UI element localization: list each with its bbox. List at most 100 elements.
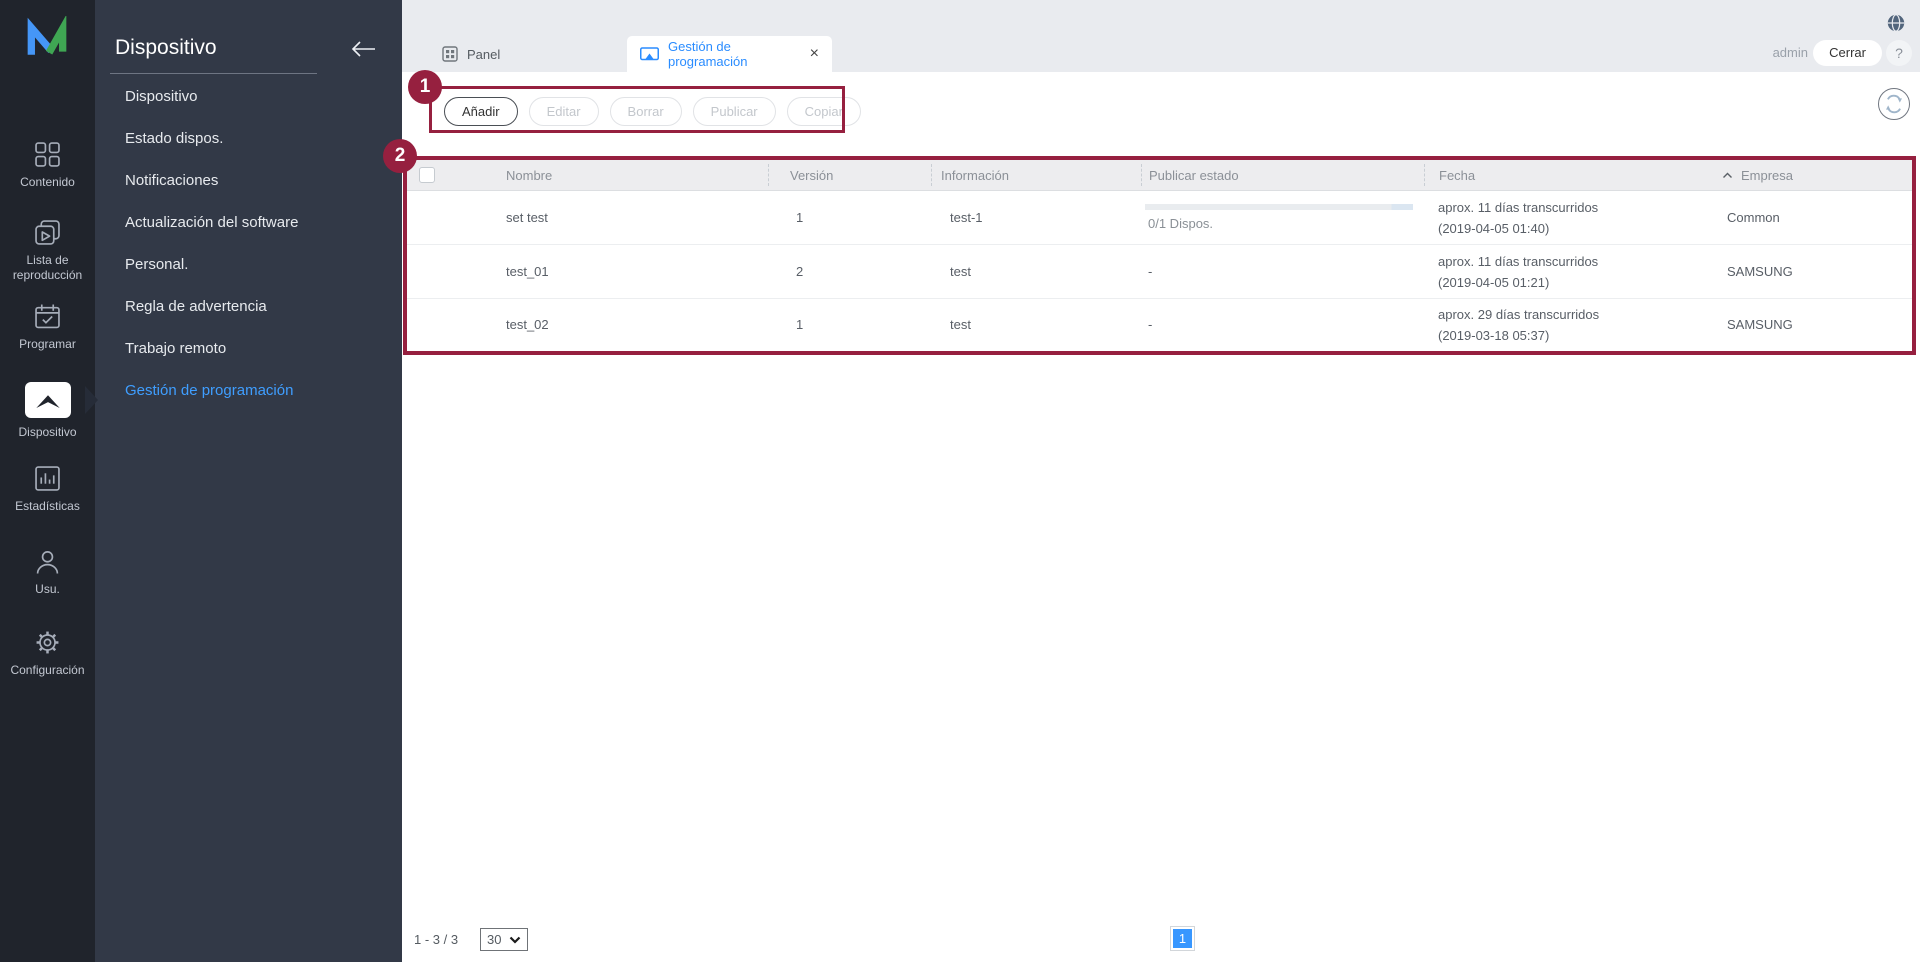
close-tab-icon[interactable]: × (810, 46, 819, 62)
fecha-relative: aprox. 11 días transcurridos (1438, 251, 1706, 272)
schedule-table: Nombre Versión Información Publicar esta… (407, 160, 1912, 350)
table-header-row: Nombre Versión Información Publicar esta… (407, 160, 1912, 191)
schedule-toolbar: Añadir Editar Borrar Publicar Copiar (444, 97, 861, 126)
rail-item-lista-de-reproduccion[interactable]: Lista de reproducción (0, 218, 95, 283)
cell-version: 1 (768, 317, 931, 332)
publish-status-text: 0/1 Dispos. (1148, 216, 1424, 231)
column-header-fecha[interactable]: Fecha (1424, 164, 1706, 186)
language-globe-icon[interactable] (1887, 14, 1905, 37)
add-button[interactable]: Añadir (444, 97, 518, 126)
cell-nombre: test_02 (452, 317, 768, 332)
cell-informacion: test-1 (931, 210, 1141, 225)
pagination-current-frame: 1 (1170, 926, 1195, 951)
pagination-page-1[interactable]: 1 (1173, 929, 1192, 948)
sidebar-menu: Dispositivo Estado dispos. Notificacione… (95, 76, 402, 412)
tab-panel[interactable]: Panel (432, 36, 510, 72)
cell-publicar-estado: 0/1 Dispos. (1141, 204, 1424, 231)
collapse-sidebar-button[interactable] (350, 40, 376, 63)
sidebar-divider (110, 73, 317, 74)
cell-nombre: set test (452, 210, 768, 225)
tab-label: Panel (467, 47, 500, 62)
sidebar-item-personal[interactable]: Personal. (95, 244, 402, 286)
rail-item-estadisticas[interactable]: Estadísticas (0, 464, 95, 514)
cell-nombre: test_01 (452, 264, 768, 279)
annotation-badge-2: 2 (383, 139, 417, 173)
tab-gestion-de-programacion[interactable]: Gestión de programación × (627, 36, 832, 72)
rail-label: Configuración (0, 663, 95, 678)
rail-label: Programar (0, 337, 95, 352)
column-header-version[interactable]: Versión (768, 164, 931, 186)
cell-fecha: aprox. 29 días transcurridos (2019-03-18… (1424, 304, 1706, 346)
cell-fecha: aprox. 11 días transcurridos (2019-04-05… (1424, 251, 1706, 293)
rail-label: Contenido (0, 175, 95, 190)
cell-publicar-estado: - (1141, 317, 1424, 332)
sort-ascending-icon (1722, 172, 1733, 179)
rail-item-configuracion[interactable]: Configuración (0, 628, 95, 678)
schedule-icon (0, 302, 95, 330)
table-row[interactable]: test_01 2 test - aprox. 11 días transcur… (407, 245, 1912, 299)
pagination-range: 1 - 3 / 3 (414, 932, 458, 947)
rail-item-contenido[interactable]: Contenido (0, 140, 95, 190)
refresh-button[interactable] (1878, 88, 1910, 120)
cell-version: 1 (768, 210, 931, 225)
edit-button[interactable]: Editar (529, 97, 599, 126)
playlist-icon (0, 218, 95, 246)
sidebar-title: Dispositivo (115, 36, 217, 60)
cell-empresa: SAMSUNG (1706, 264, 1912, 279)
icon-rail: Contenido Lista de reproducción Programa… (0, 0, 95, 962)
tab-label: Gestión de programación (668, 39, 801, 69)
chevron-down-icon (509, 936, 521, 944)
top-bar: Panel Gestión de programación × admin Ce… (402, 0, 1920, 72)
publish-button[interactable]: Publicar (693, 97, 776, 126)
cell-fecha: aprox. 11 días transcurridos (2019-04-05… (1424, 197, 1706, 239)
publish-progress-bar (1145, 204, 1413, 210)
column-header-nombre[interactable]: Nombre (452, 164, 768, 186)
cell-informacion: test (931, 264, 1141, 279)
sidebar-item-actualizacion-software[interactable]: Actualización del software (95, 202, 402, 244)
column-header-publicar-estado[interactable]: Publicar estado (1141, 164, 1424, 186)
active-rail-notch (85, 386, 98, 414)
column-header-label: Empresa (1741, 168, 1793, 183)
sidebar-item-notificaciones[interactable]: Notificaciones (95, 160, 402, 202)
gear-icon (0, 628, 95, 656)
rail-item-programar[interactable]: Programar (0, 302, 95, 352)
page-size-value: 30 (487, 932, 501, 947)
copy-button[interactable]: Copiar (787, 97, 861, 126)
cell-informacion: test (931, 317, 1141, 332)
page-size-select[interactable]: 30 (480, 928, 528, 951)
sidebar-item-dispositivo[interactable]: Dispositivo (95, 76, 402, 118)
magicinfo-logo (24, 16, 70, 63)
annotation-badge-1: 1 (408, 70, 442, 104)
rail-label: Usu. (0, 582, 95, 597)
column-header-empresa[interactable]: Empresa (1706, 164, 1912, 186)
grid-icon (0, 140, 95, 168)
fecha-absolute: (2019-04-05 01:21) (1438, 272, 1706, 293)
statistics-icon (0, 464, 95, 492)
logged-in-user: admin (1773, 45, 1808, 60)
sidebar-item-trabajo-remoto[interactable]: Trabajo remoto (95, 328, 402, 370)
user-icon (0, 547, 95, 575)
rail-item-usuarios[interactable]: Usu. (0, 547, 95, 597)
device-cast-icon (25, 382, 71, 418)
cell-empresa: Common (1706, 210, 1912, 225)
sidebar-item-gestion-programacion[interactable]: Gestión de programación (95, 370, 402, 412)
logout-button[interactable]: Cerrar (1813, 40, 1882, 66)
sidebar-item-regla-advertencia[interactable]: Regla de advertencia (95, 286, 402, 328)
cast-icon (640, 47, 659, 62)
cell-publicar-estado: - (1141, 264, 1424, 279)
delete-button[interactable]: Borrar (610, 97, 682, 126)
table-row[interactable]: test_02 1 test - aprox. 29 días transcur… (407, 299, 1912, 350)
fecha-relative: aprox. 29 días transcurridos (1438, 304, 1706, 325)
dashboard-icon (442, 46, 458, 62)
select-all-checkbox[interactable] (419, 167, 435, 183)
rail-label: Lista de reproducción (0, 253, 95, 283)
fecha-absolute: (2019-04-05 01:40) (1438, 218, 1706, 239)
fecha-absolute: (2019-03-18 05:37) (1438, 325, 1706, 346)
help-button[interactable]: ? (1886, 40, 1912, 66)
column-header-informacion[interactable]: Información (931, 164, 1141, 186)
rail-item-dispositivo-active[interactable]: Dispositivo (0, 382, 95, 440)
cell-empresa: SAMSUNG (1706, 317, 1912, 332)
sidebar-dispositivo: Dispositivo Dispositivo Estado dispos. N… (95, 0, 402, 962)
table-row[interactable]: set test 1 test-1 0/1 Dispos. aprox. 11 … (407, 191, 1912, 245)
sidebar-item-estado-dispos[interactable]: Estado dispos. (95, 118, 402, 160)
